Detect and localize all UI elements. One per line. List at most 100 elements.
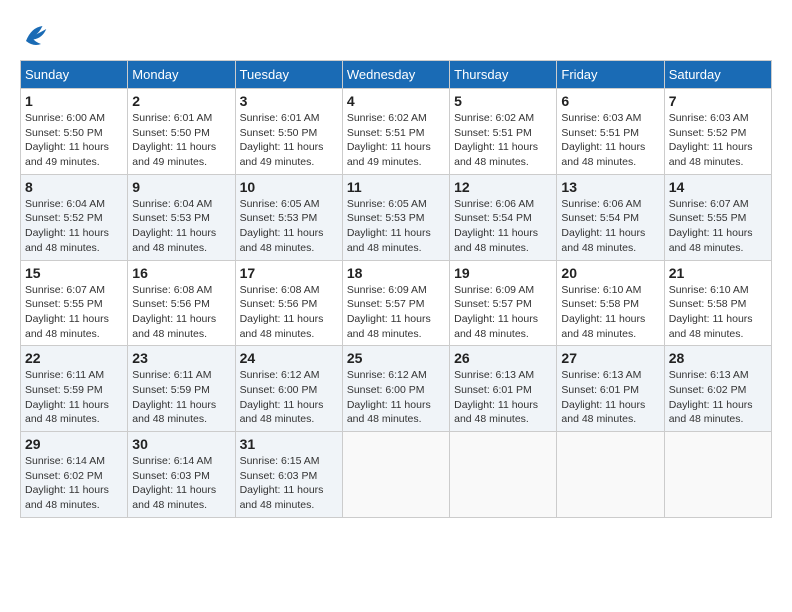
col-header-saturday: Saturday [664,61,771,89]
calendar-cell: 6 Sunrise: 6:03 AM Sunset: 5:51 PM Dayli… [557,89,664,175]
day-number: 12 [454,179,552,195]
day-number: 26 [454,350,552,366]
day-info: Sunrise: 6:13 AM Sunset: 6:02 PM Dayligh… [669,368,767,427]
day-number: 6 [561,93,659,109]
calendar-cell: 11 Sunrise: 6:05 AM Sunset: 5:53 PM Dayl… [342,174,449,260]
calendar-cell: 8 Sunrise: 6:04 AM Sunset: 5:52 PM Dayli… [21,174,128,260]
calendar-cell: 28 Sunrise: 6:13 AM Sunset: 6:02 PM Dayl… [664,346,771,432]
logo-icon [20,20,50,50]
calendar-cell: 9 Sunrise: 6:04 AM Sunset: 5:53 PM Dayli… [128,174,235,260]
day-info: Sunrise: 6:09 AM Sunset: 5:57 PM Dayligh… [347,283,445,342]
calendar-cell: 22 Sunrise: 6:11 AM Sunset: 5:59 PM Dayl… [21,346,128,432]
calendar-cell: 14 Sunrise: 6:07 AM Sunset: 5:55 PM Dayl… [664,174,771,260]
calendar-cell: 2 Sunrise: 6:01 AM Sunset: 5:50 PM Dayli… [128,89,235,175]
day-info: Sunrise: 6:05 AM Sunset: 5:53 PM Dayligh… [347,197,445,256]
calendar-cell: 31 Sunrise: 6:15 AM Sunset: 6:03 PM Dayl… [235,432,342,518]
day-number: 23 [132,350,230,366]
calendar-cell: 29 Sunrise: 6:14 AM Sunset: 6:02 PM Dayl… [21,432,128,518]
day-number: 16 [132,265,230,281]
calendar-cell: 21 Sunrise: 6:10 AM Sunset: 5:58 PM Dayl… [664,260,771,346]
day-info: Sunrise: 6:04 AM Sunset: 5:53 PM Dayligh… [132,197,230,256]
day-info: Sunrise: 6:09 AM Sunset: 5:57 PM Dayligh… [454,283,552,342]
calendar-cell: 13 Sunrise: 6:06 AM Sunset: 5:54 PM Dayl… [557,174,664,260]
day-info: Sunrise: 6:06 AM Sunset: 5:54 PM Dayligh… [454,197,552,256]
day-info: Sunrise: 6:14 AM Sunset: 6:02 PM Dayligh… [25,454,123,513]
day-info: Sunrise: 6:06 AM Sunset: 5:54 PM Dayligh… [561,197,659,256]
day-number: 25 [347,350,445,366]
day-info: Sunrise: 6:08 AM Sunset: 5:56 PM Dayligh… [132,283,230,342]
calendar-cell: 10 Sunrise: 6:05 AM Sunset: 5:53 PM Dayl… [235,174,342,260]
calendar-cell: 27 Sunrise: 6:13 AM Sunset: 6:01 PM Dayl… [557,346,664,432]
day-info: Sunrise: 6:03 AM Sunset: 5:51 PM Dayligh… [561,111,659,170]
calendar-cell: 15 Sunrise: 6:07 AM Sunset: 5:55 PM Dayl… [21,260,128,346]
day-info: Sunrise: 6:14 AM Sunset: 6:03 PM Dayligh… [132,454,230,513]
calendar-week-2: 8 Sunrise: 6:04 AM Sunset: 5:52 PM Dayli… [21,174,772,260]
day-info: Sunrise: 6:04 AM Sunset: 5:52 PM Dayligh… [25,197,123,256]
day-number: 2 [132,93,230,109]
day-info: Sunrise: 6:03 AM Sunset: 5:52 PM Dayligh… [669,111,767,170]
day-info: Sunrise: 6:07 AM Sunset: 5:55 PM Dayligh… [25,283,123,342]
calendar-week-5: 29 Sunrise: 6:14 AM Sunset: 6:02 PM Dayl… [21,432,772,518]
calendar-cell: 18 Sunrise: 6:09 AM Sunset: 5:57 PM Dayl… [342,260,449,346]
day-number: 11 [347,179,445,195]
day-info: Sunrise: 6:12 AM Sunset: 6:00 PM Dayligh… [240,368,338,427]
calendar-cell: 23 Sunrise: 6:11 AM Sunset: 5:59 PM Dayl… [128,346,235,432]
day-info: Sunrise: 6:00 AM Sunset: 5:50 PM Dayligh… [25,111,123,170]
calendar-week-3: 15 Sunrise: 6:07 AM Sunset: 5:55 PM Dayl… [21,260,772,346]
day-number: 21 [669,265,767,281]
day-number: 3 [240,93,338,109]
calendar-table: SundayMondayTuesdayWednesdayThursdayFrid… [20,60,772,518]
calendar-cell: 30 Sunrise: 6:14 AM Sunset: 6:03 PM Dayl… [128,432,235,518]
col-header-wednesday: Wednesday [342,61,449,89]
day-number: 28 [669,350,767,366]
day-info: Sunrise: 6:10 AM Sunset: 5:58 PM Dayligh… [669,283,767,342]
day-number: 9 [132,179,230,195]
col-header-sunday: Sunday [21,61,128,89]
day-info: Sunrise: 6:10 AM Sunset: 5:58 PM Dayligh… [561,283,659,342]
calendar-cell [450,432,557,518]
calendar-week-4: 22 Sunrise: 6:11 AM Sunset: 5:59 PM Dayl… [21,346,772,432]
day-number: 10 [240,179,338,195]
day-info: Sunrise: 6:11 AM Sunset: 5:59 PM Dayligh… [132,368,230,427]
day-info: Sunrise: 6:13 AM Sunset: 6:01 PM Dayligh… [561,368,659,427]
calendar-cell: 7 Sunrise: 6:03 AM Sunset: 5:52 PM Dayli… [664,89,771,175]
day-number: 24 [240,350,338,366]
day-number: 8 [25,179,123,195]
day-number: 20 [561,265,659,281]
calendar-cell: 16 Sunrise: 6:08 AM Sunset: 5:56 PM Dayl… [128,260,235,346]
day-number: 31 [240,436,338,452]
day-number: 27 [561,350,659,366]
day-info: Sunrise: 6:05 AM Sunset: 5:53 PM Dayligh… [240,197,338,256]
col-header-monday: Monday [128,61,235,89]
day-info: Sunrise: 6:02 AM Sunset: 5:51 PM Dayligh… [454,111,552,170]
calendar-cell: 1 Sunrise: 6:00 AM Sunset: 5:50 PM Dayli… [21,89,128,175]
calendar-cell: 19 Sunrise: 6:09 AM Sunset: 5:57 PM Dayl… [450,260,557,346]
calendar-cell [557,432,664,518]
day-number: 14 [669,179,767,195]
calendar-cell: 20 Sunrise: 6:10 AM Sunset: 5:58 PM Dayl… [557,260,664,346]
calendar-cell: 3 Sunrise: 6:01 AM Sunset: 5:50 PM Dayli… [235,89,342,175]
day-number: 5 [454,93,552,109]
day-number: 1 [25,93,123,109]
calendar-cell [664,432,771,518]
day-info: Sunrise: 6:11 AM Sunset: 5:59 PM Dayligh… [25,368,123,427]
logo [20,20,54,50]
calendar-cell: 5 Sunrise: 6:02 AM Sunset: 5:51 PM Dayli… [450,89,557,175]
day-info: Sunrise: 6:12 AM Sunset: 6:00 PM Dayligh… [347,368,445,427]
day-number: 4 [347,93,445,109]
col-header-thursday: Thursday [450,61,557,89]
day-number: 29 [25,436,123,452]
day-number: 30 [132,436,230,452]
day-info: Sunrise: 6:08 AM Sunset: 5:56 PM Dayligh… [240,283,338,342]
day-number: 18 [347,265,445,281]
day-number: 15 [25,265,123,281]
calendar-cell: 4 Sunrise: 6:02 AM Sunset: 5:51 PM Dayli… [342,89,449,175]
day-info: Sunrise: 6:01 AM Sunset: 5:50 PM Dayligh… [132,111,230,170]
day-info: Sunrise: 6:13 AM Sunset: 6:01 PM Dayligh… [454,368,552,427]
calendar-cell [342,432,449,518]
day-number: 13 [561,179,659,195]
calendar-cell: 26 Sunrise: 6:13 AM Sunset: 6:01 PM Dayl… [450,346,557,432]
day-info: Sunrise: 6:15 AM Sunset: 6:03 PM Dayligh… [240,454,338,513]
day-info: Sunrise: 6:07 AM Sunset: 5:55 PM Dayligh… [669,197,767,256]
day-number: 22 [25,350,123,366]
